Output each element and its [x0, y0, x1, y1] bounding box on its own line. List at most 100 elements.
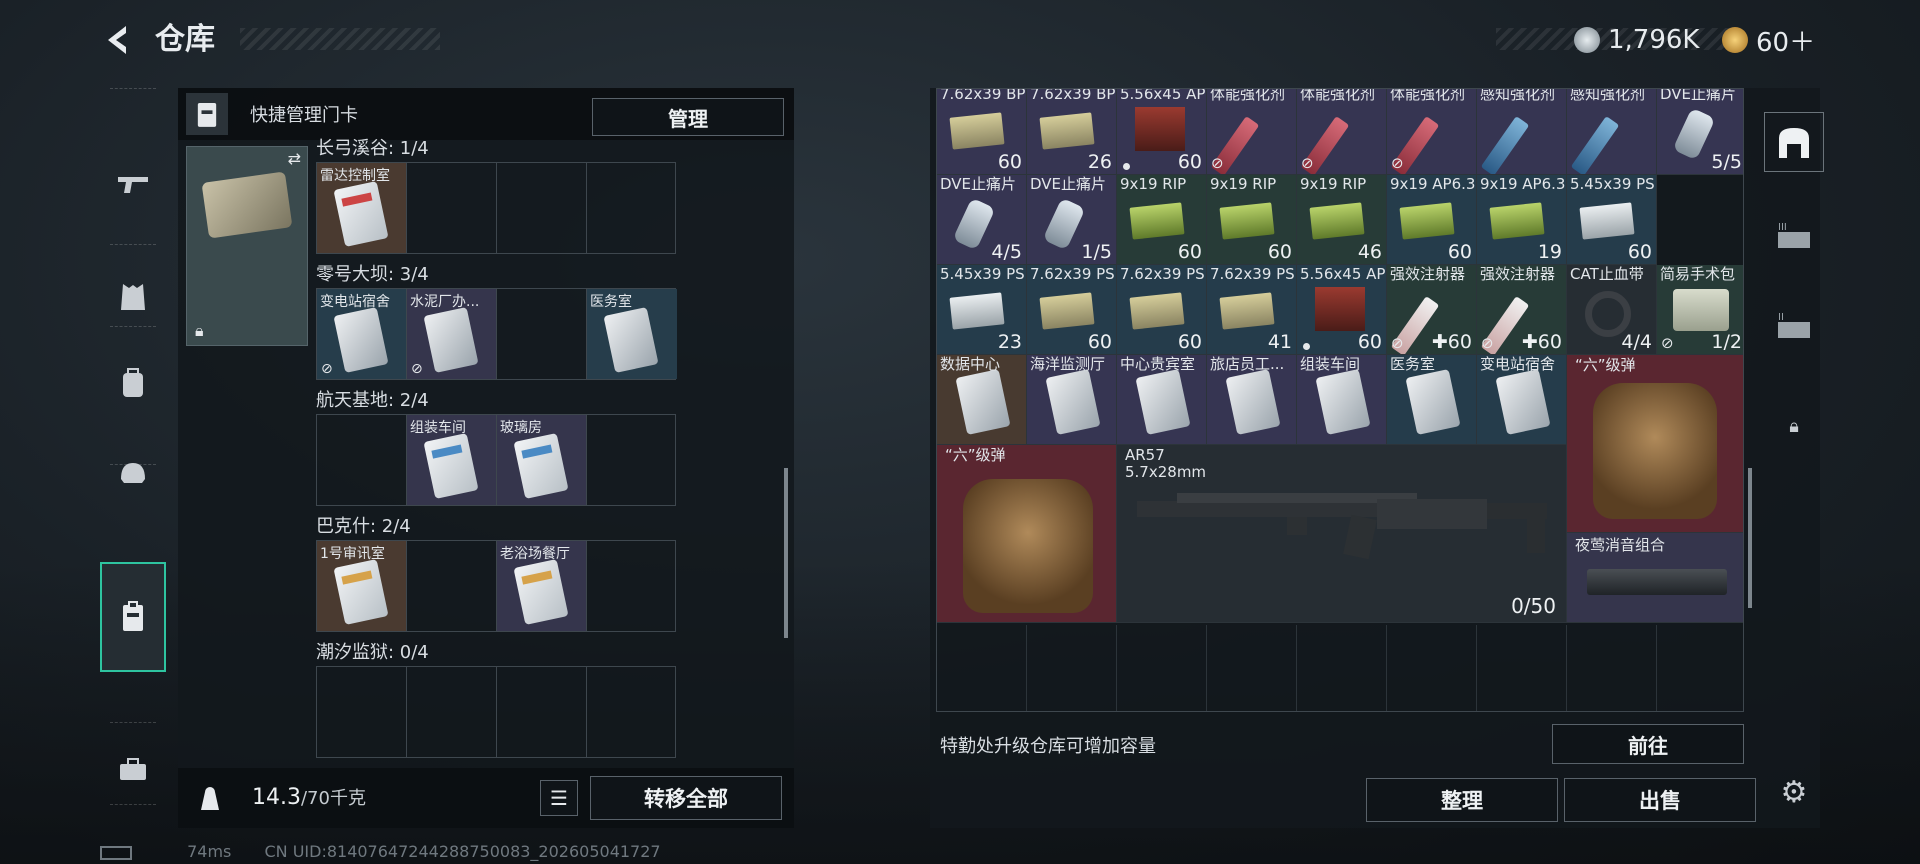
item-name: 感知强化剂 — [1480, 88, 1556, 103]
painkiller-image — [952, 197, 996, 251]
storage-cell-empty[interactable] — [1657, 625, 1743, 711]
keycard-slot[interactable]: 玻璃房 — [497, 415, 587, 505]
keycard-slot-empty[interactable] — [317, 415, 407, 505]
keycard-slot[interactable]: 医务室 — [587, 289, 677, 379]
keycard-slot-empty[interactable] — [587, 667, 677, 757]
keycard-image — [603, 307, 659, 373]
storage-item[interactable]: 7.62x39 PS 60 — [1117, 265, 1207, 355]
storage-item[interactable]: 7.62x39 PS 60 — [1027, 265, 1117, 355]
storage-item[interactable]: 5.56x45 APC 60 — [1297, 265, 1387, 355]
storage-item[interactable]: CAT止血带 4/4 — [1567, 265, 1657, 355]
item-name: 海洋监测厅 — [1030, 355, 1106, 373]
keycard-icon[interactable] — [100, 562, 166, 672]
storage-item[interactable]: 海洋监测厅 — [1027, 355, 1117, 445]
storage-item[interactable]: 强效注射器 ✚60 ⊘ — [1387, 265, 1477, 355]
section-label: 潮汐监狱: 0/4 — [316, 642, 429, 663]
suppressor-combo[interactable]: 夜莺消音组合 — [1567, 533, 1743, 623]
storage-cell-empty[interactable] — [1297, 625, 1387, 711]
keycard-case-thumbnail[interactable]: 🔒︎ ⇄ — [186, 146, 308, 346]
storage-item[interactable]: 7.62x39 PS 41 — [1207, 265, 1297, 355]
item-name: DVE止痛片 — [1660, 88, 1737, 103]
item-name: “六”级弹 — [945, 446, 1006, 464]
storage-item[interactable]: 5.45x39 PS 60 — [1567, 175, 1657, 265]
storage-item[interactable]: 5.45x39 PS 23 — [937, 265, 1027, 355]
list-icon[interactable]: ☰ — [540, 780, 578, 816]
keycard-slot-empty[interactable] — [587, 541, 677, 631]
keycard-slot-empty[interactable] — [407, 163, 497, 253]
storage-item[interactable]: 9x19 RIP 46 — [1297, 175, 1387, 265]
storage-item[interactable]: 9x19 RIP 60 — [1207, 175, 1297, 265]
storage-icon[interactable] — [1764, 112, 1824, 172]
keycard-slot-empty[interactable] — [497, 289, 587, 379]
storage-item[interactable]: 感知强化剂 — [1477, 88, 1567, 175]
keycard-slot[interactable]: 水泥厂办... ⊘ — [407, 289, 497, 379]
item-name: 5.56x45 APC — [1300, 265, 1387, 283]
locked-icon[interactable]: 🔒︎ — [1764, 396, 1824, 456]
transfer-all-button[interactable]: 转移全部 — [590, 776, 782, 820]
keycard-slot[interactable]: 雷达控制室 — [317, 163, 407, 253]
storage-scrollbar[interactable] — [1748, 468, 1752, 608]
storage-item[interactable]: 9x19 AP6.3 19 — [1477, 175, 1567, 265]
ammo-box-image — [1315, 287, 1365, 331]
storage-item[interactable]: DVE止痛片 1/5 — [1027, 175, 1117, 265]
storage-item[interactable]: 感知强化剂 — [1567, 89, 1657, 175]
keycard-slot-empty[interactable] — [587, 163, 677, 253]
ammo-six-grade-left[interactable]: “六”级弹 — [937, 443, 1117, 623]
storage-item[interactable]: 7.62x39 BP 60 — [937, 89, 1027, 175]
item-name: 组装车间 — [1300, 355, 1361, 373]
storage-cell-empty[interactable] — [1387, 625, 1477, 711]
keycard-slot-empty[interactable] — [587, 415, 677, 505]
storage-item[interactable]: DVE止痛片 4/5 — [937, 175, 1027, 265]
storage-item[interactable]: 9x19 AP6.3 60 — [1387, 175, 1477, 265]
storage-item[interactable]: 体能强化剂 ⊘ — [1297, 89, 1387, 175]
weapon-ar57[interactable]: AR57 5.7x28mm 0/50 — [1117, 443, 1567, 623]
storage-item[interactable]: DVE止痛片 5/5 — [1657, 88, 1743, 175]
sell-button[interactable]: 出售 — [1564, 778, 1756, 822]
storage-cell-empty[interactable] — [1477, 625, 1567, 711]
keycard-slot[interactable]: 变电站宿舍 ⊘ — [317, 289, 407, 379]
storage-item[interactable]: 变电站宿舍 — [1477, 355, 1567, 445]
storage-cell-empty[interactable] — [1117, 625, 1207, 711]
medical-storage-icon[interactable]: II — [1764, 296, 1824, 356]
storage-item[interactable]: 医务室 — [1387, 355, 1477, 445]
manage-button[interactable]: 管理 — [592, 98, 784, 136]
storage-item[interactable]: 7.62x39 BP 26 — [1027, 89, 1117, 175]
keycard-slot[interactable]: 1号审讯室 — [317, 541, 407, 631]
keycard-slot[interactable]: 组装车间 — [407, 415, 497, 505]
keycard-slot-empty[interactable] — [407, 541, 497, 631]
map-section-changgong: 长弓溪谷: 1/4 雷达控制室 — [316, 134, 776, 260]
scrollbar[interactable] — [784, 468, 788, 638]
storage-item[interactable]: 数据中心 — [937, 355, 1027, 445]
sort-button[interactable]: 整理 — [1366, 778, 1558, 822]
keycard-slot-empty[interactable] — [407, 667, 497, 757]
storage-item[interactable]: 9x19 RIP 60 — [1117, 175, 1207, 265]
storage-item[interactable]: 中心贵宾室 — [1117, 355, 1207, 445]
storage-item[interactable]: 旅店员工... — [1207, 355, 1297, 445]
storage-cell-empty[interactable] — [1567, 625, 1657, 711]
storage-cell-empty[interactable] — [1027, 625, 1117, 711]
storage-item[interactable]: 体能强化剂 ⊘ — [1207, 89, 1297, 175]
storage-cell-empty[interactable] — [937, 625, 1027, 711]
goto-button[interactable]: 前往 — [1552, 724, 1744, 764]
storage-item[interactable]: 组装车间 — [1297, 355, 1387, 445]
keycard-slot[interactable]: 老浴场餐厅 — [497, 541, 587, 631]
ammo-six-grade-right[interactable]: “六”级弹 — [1567, 353, 1743, 533]
helmet-icon[interactable] — [100, 418, 166, 528]
storage-cell-empty[interactable] — [1207, 625, 1297, 711]
item-count: 60 — [1177, 151, 1202, 173]
settings-gear-icon[interactable]: ⚙ — [1764, 762, 1824, 822]
weapon-storage-icon[interactable]: III — [1764, 206, 1824, 266]
storage-item[interactable]: 简易手术包 1/2 ⊘ — [1657, 265, 1743, 355]
swap-icon[interactable]: ⇄ — [288, 149, 301, 168]
gun-icon[interactable] — [100, 130, 166, 240]
storage-item[interactable]: 强效注射器 ✚60 ⊘ — [1477, 265, 1567, 355]
storage-item[interactable]: 5.56x45 APC 60 — [1117, 89, 1207, 175]
back-arrow-icon[interactable] — [100, 20, 140, 60]
keycard-slot-empty[interactable] — [497, 163, 587, 253]
keycard-slot-empty[interactable] — [317, 667, 407, 757]
toolbox-icon[interactable] — [100, 714, 166, 824]
storage-item[interactable]: 体能强化剂 ⊘ — [1387, 89, 1477, 175]
no-trade-icon: ⊘ — [1661, 334, 1674, 352]
keycard-name: 玻璃房 — [500, 420, 542, 436]
keycard-slot-empty[interactable] — [497, 667, 587, 757]
